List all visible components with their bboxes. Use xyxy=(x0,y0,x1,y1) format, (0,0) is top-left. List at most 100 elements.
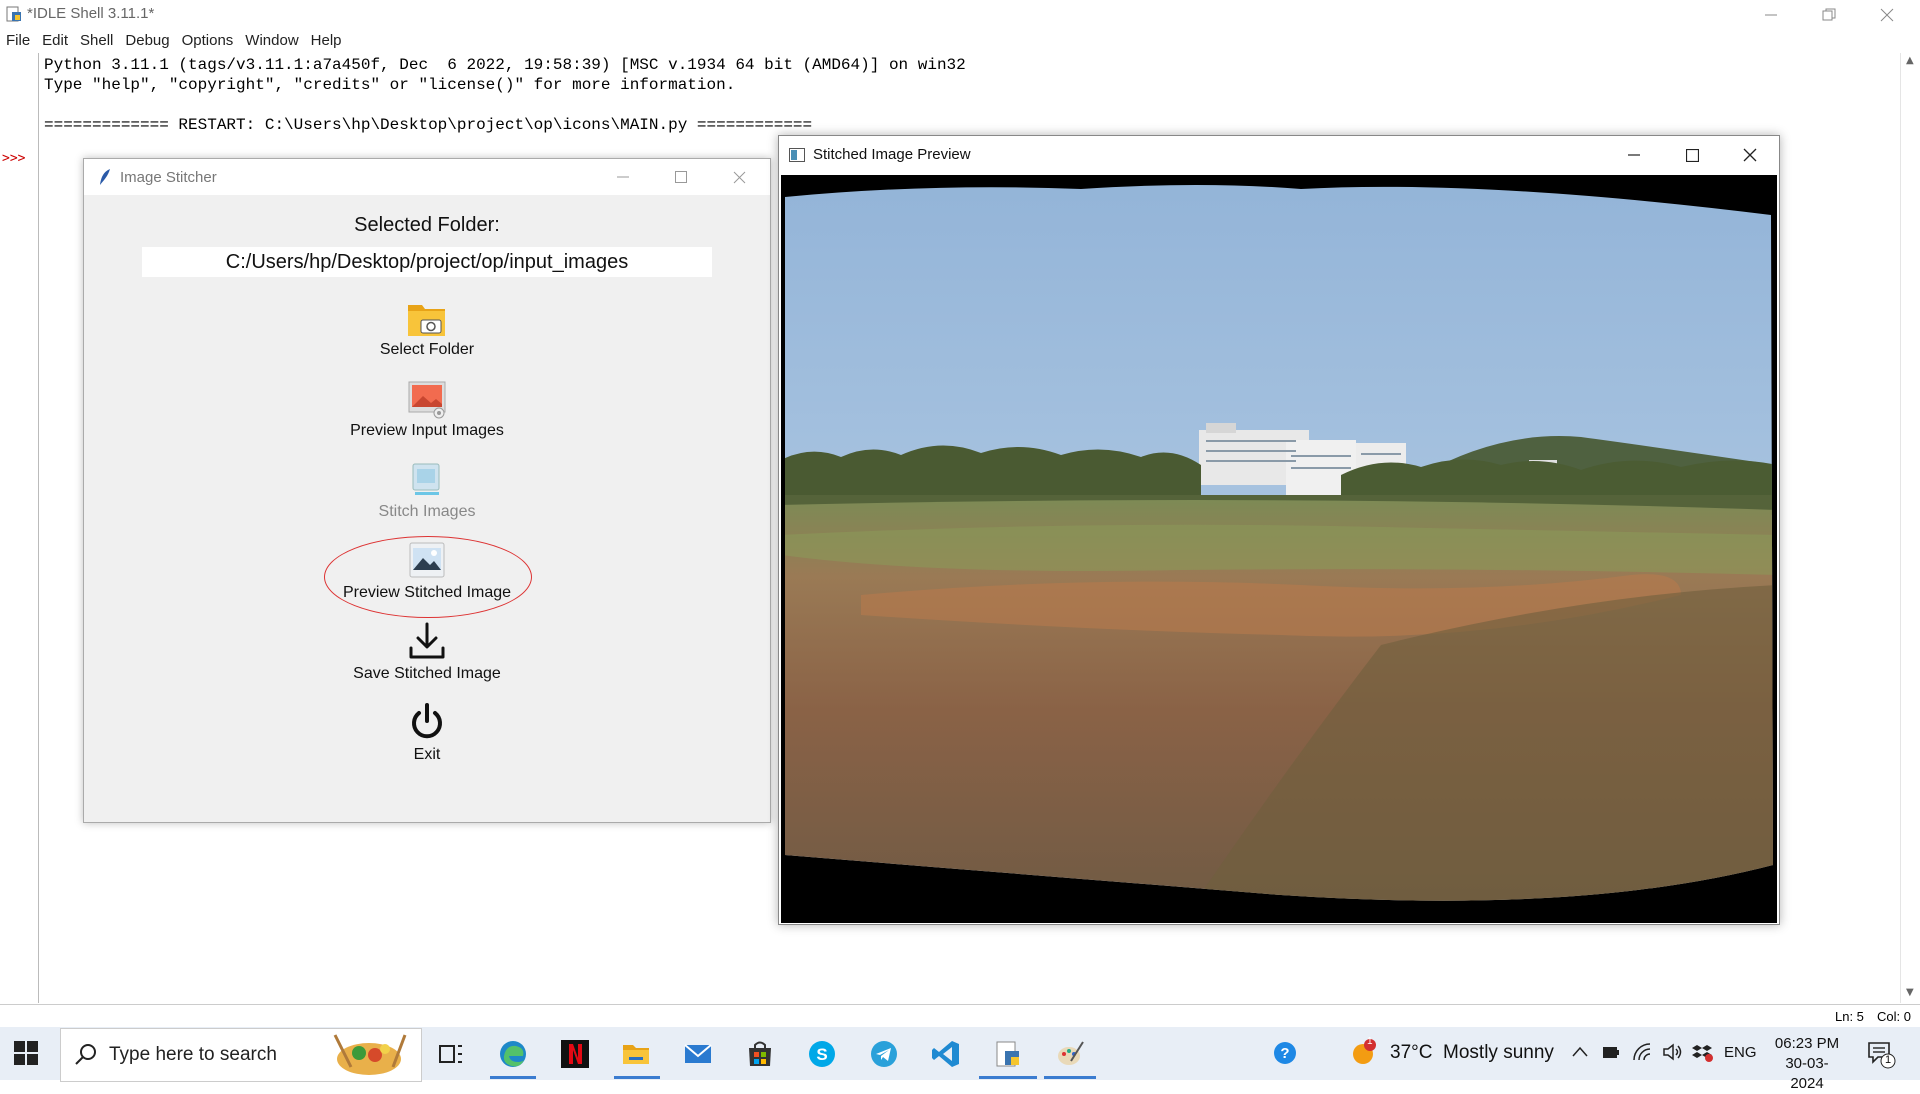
taskbar-search-box[interactable]: Type here to search xyxy=(60,1028,422,1082)
prompt-gutter: >>> xyxy=(0,53,39,1003)
restore-icon xyxy=(1822,8,1836,21)
microsoft-store-icon[interactable] xyxy=(745,1039,775,1069)
folder-path-display: C:/Users/hp/Desktop/project/op/input_ima… xyxy=(142,247,712,277)
start-button[interactable] xyxy=(14,1041,38,1070)
menu-help[interactable]: Help xyxy=(305,30,348,52)
maximize-icon xyxy=(675,171,687,183)
help-icon[interactable]: ? xyxy=(1273,1041,1297,1065)
dropbox-sync-icon[interactable] xyxy=(1692,1042,1714,1062)
shell-output-line: Type "help", "copyright", "credits" or "… xyxy=(44,76,736,94)
line-number: Ln: 5 xyxy=(1835,1009,1864,1024)
save-stitched-image-button[interactable]: Save Stitched Image xyxy=(277,620,577,683)
close-button[interactable] xyxy=(710,159,768,195)
power-icon xyxy=(412,703,442,739)
weather-alert-badge: 1 xyxy=(1367,1036,1373,1047)
edge-browser-icon[interactable] xyxy=(498,1039,528,1069)
status-bar: Ln: 5 Col: 0 xyxy=(0,1004,1920,1027)
clock-date: 30-03-2024 xyxy=(1785,1055,1829,1092)
show-hidden-icons-chevron-icon[interactable] xyxy=(1572,1046,1588,1058)
active-app-indicator xyxy=(614,1076,660,1079)
maximize-button[interactable] xyxy=(1663,136,1721,174)
minimize-button[interactable] xyxy=(1605,136,1663,174)
menu-edit[interactable]: Edit xyxy=(36,30,74,52)
notification-icon xyxy=(1868,1042,1896,1069)
scroll-down-icon[interactable]: ▼ xyxy=(1906,987,1914,998)
menu-bar: File Edit Shell Debug Options Window Hel… xyxy=(0,30,1920,52)
close-button[interactable] xyxy=(1858,0,1916,30)
svg-text:?: ? xyxy=(1280,1045,1289,1062)
mail-icon[interactable] xyxy=(683,1039,713,1069)
exit-label: Exit xyxy=(413,746,441,763)
weather-condition: Mostly sunny xyxy=(1443,1042,1554,1063)
close-icon xyxy=(1743,148,1757,162)
menu-debug[interactable]: Debug xyxy=(119,30,175,52)
restore-button[interactable] xyxy=(1800,0,1858,30)
file-explorer-icon[interactable] xyxy=(621,1039,651,1069)
sun-cloud-weather-icon xyxy=(1353,1039,1376,1064)
windows-logo-icon xyxy=(14,1041,38,1065)
paint-brush-app-icon[interactable] xyxy=(1055,1039,1085,1069)
window-title: Image Stitcher xyxy=(120,169,217,186)
vertical-scrollbar[interactable]: ▲ ▼ xyxy=(1900,53,1920,1003)
folder-camera-icon xyxy=(408,305,445,336)
save-stitched-image-label: Save Stitched Image xyxy=(353,665,501,682)
preview-titlebar: Stitched Image Preview xyxy=(779,136,1779,174)
shell-prompt: >>> xyxy=(2,151,26,166)
volume-icon[interactable] xyxy=(1662,1042,1684,1062)
input-language[interactable]: ENG xyxy=(1724,1044,1757,1061)
clock-time: 06:23 PM xyxy=(1774,1035,1840,1052)
vscode-icon[interactable] xyxy=(931,1039,961,1069)
preview-input-images-button[interactable]: Preview Input Images xyxy=(277,377,577,440)
skype-icon[interactable]: S xyxy=(807,1039,837,1069)
preview-input-images-label: Preview Input Images xyxy=(350,422,504,439)
menu-options[interactable]: Options xyxy=(176,30,240,52)
download-icon xyxy=(409,622,445,659)
idle-titlebar: *IDLE Shell 3.11.1* xyxy=(0,0,1920,30)
telegram-icon[interactable] xyxy=(869,1039,899,1069)
stitcher-titlebar: Image Stitcher xyxy=(84,159,770,195)
python-idle-taskbar-icon[interactable] xyxy=(993,1039,1023,1069)
tk-feather-icon xyxy=(100,169,110,185)
active-app-indicator xyxy=(490,1076,536,1079)
task-view-icon[interactable] xyxy=(436,1039,466,1069)
menu-file[interactable]: File xyxy=(0,30,36,52)
notification-center-button[interactable]: 1 xyxy=(1866,1039,1896,1074)
battery-icon[interactable] xyxy=(1601,1043,1621,1061)
minimize-icon xyxy=(1765,14,1777,16)
minimize-icon xyxy=(617,176,629,178)
annotation-ellipse xyxy=(324,536,532,618)
minimize-button[interactable] xyxy=(1742,0,1800,30)
search-highlight-food-icon xyxy=(333,1034,407,1075)
selected-folder-label: Selected Folder: xyxy=(354,214,500,236)
notification-count: 1 xyxy=(1885,1054,1892,1066)
maximize-icon xyxy=(1685,148,1699,162)
menu-window[interactable]: Window xyxy=(239,30,304,52)
taskbar-clock[interactable]: 06:23 PM 30-03-2024 xyxy=(1772,1034,1842,1094)
select-folder-button[interactable]: Select Folder xyxy=(277,296,577,359)
window-title: *IDLE Shell 3.11.1* xyxy=(27,5,155,22)
stitch-icon xyxy=(412,463,440,495)
minimize-icon xyxy=(1628,154,1640,156)
image-gallery-icon xyxy=(408,381,446,419)
stitch-images-label: Stitch Images xyxy=(378,503,476,520)
active-app-indicator xyxy=(1044,1076,1096,1079)
weather-temp-value: 37°C xyxy=(1390,1042,1433,1063)
close-button[interactable] xyxy=(1721,136,1779,174)
active-app-indicator xyxy=(979,1076,1037,1079)
stitched-panorama-image xyxy=(781,175,1777,923)
minimize-button[interactable] xyxy=(594,159,652,195)
stitch-images-button[interactable]: Stitch Images xyxy=(277,458,577,521)
image-stitcher-window: Image Stitcher Selected Folder: C:/Users… xyxy=(83,158,771,823)
search-icon xyxy=(75,1044,96,1065)
search-placeholder: Type here to search xyxy=(109,1044,277,1065)
wifi-icon[interactable] xyxy=(1632,1042,1654,1062)
menu-shell[interactable]: Shell xyxy=(74,30,119,52)
window-title: Stitched Image Preview xyxy=(813,146,971,163)
close-icon xyxy=(733,171,745,183)
svg-text:S: S xyxy=(816,1045,827,1064)
maximize-button[interactable] xyxy=(652,159,710,195)
scroll-up-icon[interactable]: ▲ xyxy=(1906,55,1914,66)
netflix-icon[interactable] xyxy=(560,1039,590,1069)
weather-temperature: 37°C Mostly sunny xyxy=(1390,1042,1554,1064)
exit-button[interactable]: Exit xyxy=(277,701,577,764)
